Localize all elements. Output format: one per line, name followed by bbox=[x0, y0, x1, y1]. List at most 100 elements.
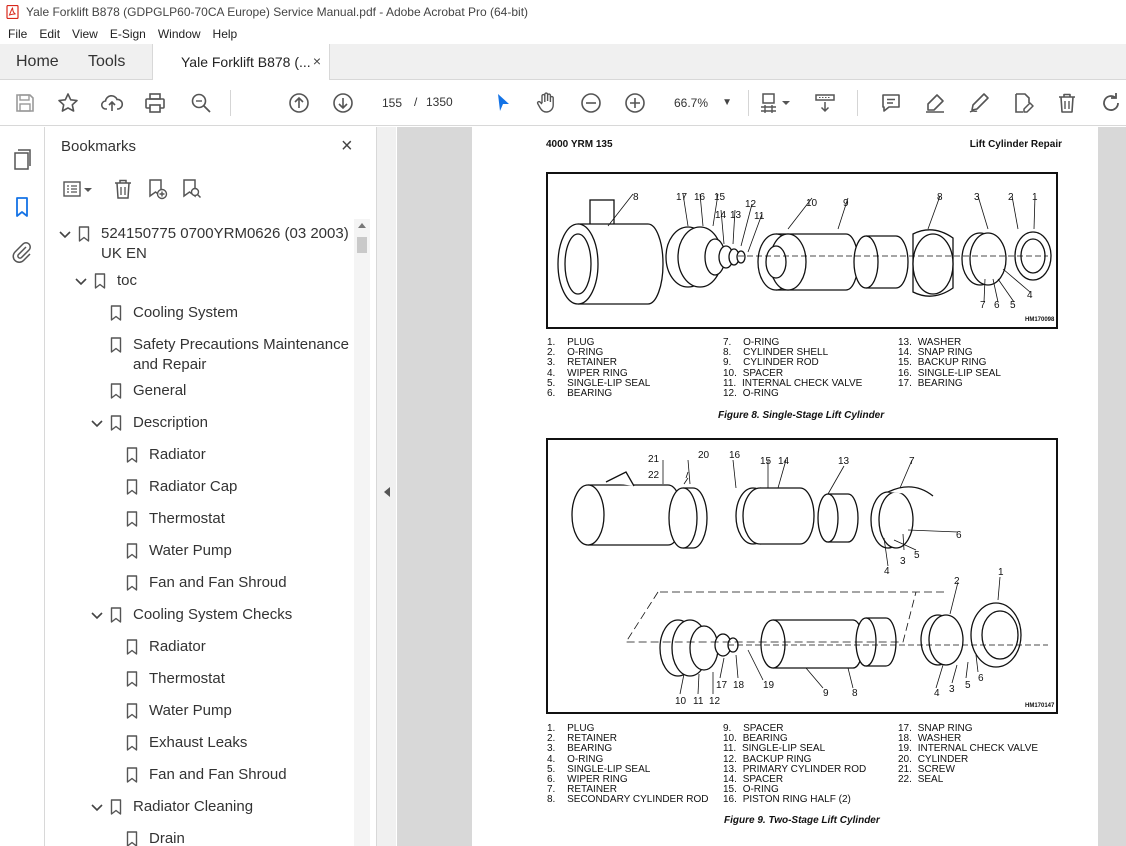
fit-page-dropdown-icon[interactable] bbox=[780, 90, 792, 116]
sign-pen-icon[interactable] bbox=[966, 90, 992, 116]
collapse-panel-arrow-icon[interactable] bbox=[384, 487, 390, 497]
bookmark-item[interactable]: General bbox=[53, 381, 353, 405]
page-number-input[interactable]: 155 bbox=[374, 92, 410, 114]
bookmark-item[interactable]: Fan and Fan Shroud bbox=[53, 573, 353, 597]
highlight-pen-icon[interactable] bbox=[922, 90, 948, 116]
parts-column: 1. PLUG 2. RETAINER 3. BEARING 4. O-RING… bbox=[547, 723, 719, 806]
chevron-down-icon[interactable] bbox=[90, 801, 104, 815]
bookmark-item[interactable]: Radiator Cleaning bbox=[53, 797, 353, 821]
delete-bookmark-icon[interactable] bbox=[111, 177, 135, 201]
title-bar: Yale Forklift B878 (GDPGLP60-70CA Europe… bbox=[0, 0, 1126, 24]
menu-esign[interactable]: E-Sign bbox=[110, 27, 146, 41]
bookmark-label: Radiator Cleaning bbox=[133, 798, 254, 815]
panel-splitter[interactable] bbox=[376, 127, 396, 846]
bookmark-item[interactable]: Radiator bbox=[53, 637, 353, 661]
document-viewer[interactable]: 4000 YRM 135 Lift Cylinder Repair 8 17 1… bbox=[397, 127, 1126, 846]
edit-pdf-icon[interactable] bbox=[1010, 90, 1036, 116]
callout-label: 7 bbox=[980, 300, 986, 311]
menu-help[interactable]: Help bbox=[213, 27, 238, 41]
bookmark-item[interactable]: toc bbox=[53, 271, 353, 295]
bookmark-search-icon[interactable] bbox=[179, 177, 203, 201]
delete-icon[interactable] bbox=[1054, 90, 1080, 116]
bookmark-icon bbox=[126, 575, 138, 591]
figure-9-caption: Figure 9. Two-Stage Lift Cylinder bbox=[724, 815, 880, 826]
bookmark-item[interactable]: Exhaust Leaks bbox=[53, 733, 353, 757]
parts-column: 7. O-RING 8. CYLINDER SHELL 9. CYLINDER … bbox=[723, 337, 893, 399]
bookmark-item[interactable]: Radiator Cap bbox=[53, 477, 353, 501]
bookmarks-scrollbar[interactable] bbox=[354, 219, 370, 846]
scroll-up-arrow-icon[interactable] bbox=[358, 223, 366, 228]
rotate-icon[interactable] bbox=[1098, 90, 1124, 116]
part-item: 17. BEARING bbox=[898, 377, 963, 389]
chevron-down-icon[interactable] bbox=[90, 417, 104, 431]
bookmark-item[interactable]: 524150775 0700YRM0626 (03 2003) UK EN bbox=[53, 224, 353, 268]
callout-label: 12 bbox=[709, 696, 721, 707]
options-menu-icon[interactable] bbox=[61, 177, 85, 201]
previous-page-icon[interactable] bbox=[286, 90, 312, 116]
figure-9-illustration: 21 20 16 15 14 13 7 22 6 5 3 4 2 1 17 18 bbox=[546, 438, 1058, 714]
attachments-icon[interactable] bbox=[10, 240, 34, 264]
save-icon[interactable] bbox=[12, 90, 38, 116]
bookmark-icon bbox=[126, 479, 138, 495]
chevron-down-icon[interactable] bbox=[58, 228, 72, 242]
bookmark-item[interactable]: Cooling System bbox=[53, 303, 353, 327]
scrollbar-thumb[interactable] bbox=[357, 237, 367, 253]
tab-document[interactable]: Yale Forklift B878 (... × bbox=[152, 44, 330, 81]
scroll-mode-icon[interactable] bbox=[812, 90, 838, 116]
zoom-out-icon[interactable] bbox=[578, 90, 604, 116]
menu-view[interactable]: View bbox=[72, 27, 98, 41]
close-panel-icon[interactable]: × bbox=[341, 136, 353, 156]
document-tab-title: Yale Forklift B878 (... bbox=[181, 54, 311, 70]
two-stage-cylinder-drawing: 21 20 16 15 14 13 7 22 6 5 3 4 2 1 17 18 bbox=[571, 450, 1048, 707]
left-navigation-rail bbox=[0, 127, 45, 846]
figure-8-caption: Figure 8. Single-Stage Lift Cylinder bbox=[718, 410, 885, 421]
bookmark-item[interactable]: Water Pump bbox=[53, 541, 353, 565]
new-bookmark-icon[interactable] bbox=[145, 177, 169, 201]
bookmark-item[interactable]: Radiator bbox=[53, 445, 353, 469]
page-header-right: Lift Cylinder Repair bbox=[969, 139, 1062, 150]
tab-home[interactable]: Home bbox=[16, 53, 59, 71]
upload-cloud-icon[interactable] bbox=[99, 90, 125, 116]
menu-window[interactable]: Window bbox=[158, 27, 201, 41]
bookmarks-icon[interactable] bbox=[10, 195, 34, 219]
zoom-search-icon[interactable] bbox=[188, 90, 214, 116]
callout-label: 17 bbox=[716, 680, 728, 691]
options-dropdown-icon[interactable] bbox=[83, 177, 93, 201]
hand-tool-icon[interactable] bbox=[533, 90, 559, 116]
zoom-level-select[interactable]: 66.7% ▼ bbox=[666, 93, 738, 115]
parts-column: 1. PLUG 2. O-RING 3. RETAINER 4. WIPER R… bbox=[547, 337, 717, 399]
bookmark-item[interactable]: Thermostat bbox=[53, 669, 353, 693]
bookmark-item[interactable]: Description bbox=[53, 413, 353, 437]
bookmark-label: Drain bbox=[149, 830, 185, 846]
bookmark-item[interactable]: Drain bbox=[53, 829, 353, 846]
chevron-down-icon[interactable] bbox=[74, 275, 88, 289]
bookmark-item[interactable]: Thermostat bbox=[53, 509, 353, 533]
comment-icon[interactable] bbox=[878, 90, 904, 116]
bookmark-item[interactable]: Fan and Fan Shroud bbox=[53, 765, 353, 789]
page-thumbnails-icon[interactable] bbox=[10, 147, 34, 171]
bookmark-item[interactable]: Cooling System Checks bbox=[53, 605, 353, 629]
bookmark-icon bbox=[110, 415, 122, 431]
menu-file[interactable]: File bbox=[8, 27, 27, 41]
callout-label: 3 bbox=[949, 684, 955, 695]
close-tab-icon[interactable]: × bbox=[313, 53, 321, 69]
bookmark-item[interactable]: Water Pump bbox=[53, 701, 353, 725]
next-page-icon[interactable] bbox=[330, 90, 356, 116]
bookmark-item[interactable]: Safety Precautions Maintenance and Repai… bbox=[53, 335, 353, 379]
bookmark-label: Water Pump bbox=[149, 702, 232, 719]
bookmark-star-icon[interactable] bbox=[55, 90, 81, 116]
chevron-down-icon[interactable] bbox=[90, 609, 104, 623]
callout-label: 21 bbox=[648, 454, 660, 465]
print-icon[interactable] bbox=[142, 90, 168, 116]
tab-tools[interactable]: Tools bbox=[88, 53, 125, 71]
callout-label: 17 bbox=[676, 192, 688, 203]
callout-label: 19 bbox=[763, 680, 775, 691]
part-item: 22. SEAL bbox=[898, 774, 944, 786]
pdf-page: 4000 YRM 135 Lift Cylinder Repair 8 17 1… bbox=[472, 127, 1098, 846]
zoom-in-icon[interactable] bbox=[622, 90, 648, 116]
select-cursor-icon[interactable] bbox=[490, 90, 516, 116]
callout-label: 6 bbox=[994, 300, 1000, 311]
menu-edit[interactable]: Edit bbox=[39, 27, 60, 41]
bookmark-icon bbox=[110, 337, 122, 353]
bookmark-label: toc bbox=[117, 272, 138, 289]
